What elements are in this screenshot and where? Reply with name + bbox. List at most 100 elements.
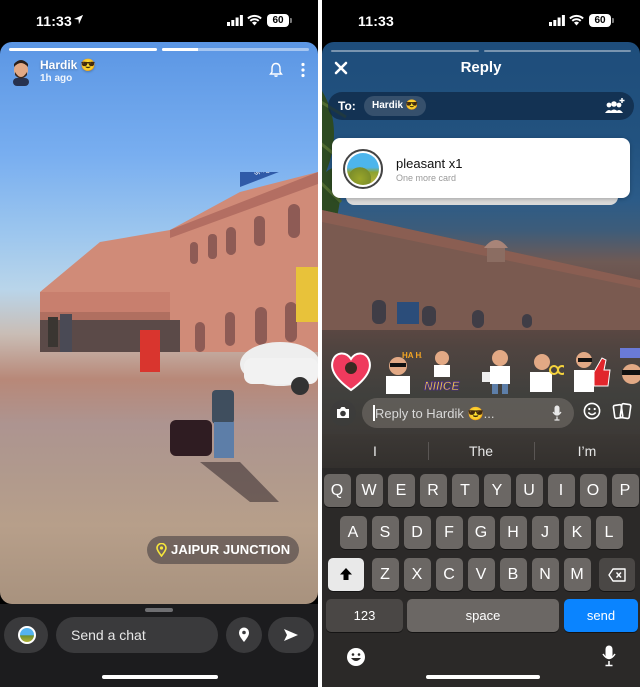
- recipient-bar[interactable]: To: Hardik 😎: [328, 92, 634, 120]
- key-d[interactable]: D: [403, 516, 431, 549]
- key-n[interactable]: N: [531, 558, 559, 591]
- cards-icon[interactable]: [612, 401, 632, 421]
- recipient-chip[interactable]: Hardik 😎: [364, 96, 427, 116]
- story-thumbnail: [18, 626, 36, 644]
- key-e[interactable]: E: [387, 474, 415, 507]
- map-pin-icon: [239, 627, 249, 642]
- suggestion[interactable]: I: [322, 434, 428, 468]
- key-c[interactable]: C: [435, 558, 463, 591]
- coffee-sticker[interactable]: [478, 348, 518, 394]
- on-screen-keyboard: I The I’m Q W E R T Y U I O P A S D F G …: [322, 434, 640, 687]
- keyboard-row-3: Z X C V B N M: [322, 558, 640, 591]
- station-courtyard-image: [48, 314, 318, 502]
- status-time: 11:33: [36, 13, 73, 29]
- glasses-sticker[interactable]: [524, 348, 564, 394]
- keyboard-row-1: Q W E R T Y U I O P: [322, 474, 640, 507]
- key-h[interactable]: H: [499, 516, 527, 549]
- heart-sticker[interactable]: [330, 348, 372, 394]
- reply-card[interactable]: pleasant x1 One more card: [332, 138, 630, 198]
- key-r[interactable]: R: [419, 474, 447, 507]
- key-l[interactable]: L: [595, 516, 623, 549]
- numbers-key[interactable]: 123: [326, 599, 403, 632]
- chat-bar: Send a chat: [0, 604, 318, 687]
- story-media[interactable]: जयपुर ज: [0, 42, 318, 604]
- delete-key[interactable]: [599, 558, 635, 591]
- backspace-icon: [608, 568, 626, 582]
- station-wall-image: [322, 210, 640, 330]
- key-x[interactable]: X: [403, 558, 431, 591]
- key-o[interactable]: O: [579, 474, 607, 507]
- send-button[interactable]: [268, 617, 314, 653]
- key-b[interactable]: B: [499, 558, 527, 591]
- key-y[interactable]: Y: [483, 474, 511, 507]
- location-arrow-icon: [73, 14, 84, 25]
- progress-segment: [9, 48, 157, 51]
- reply-title: Reply: [460, 59, 502, 76]
- key-u[interactable]: U: [515, 474, 543, 507]
- card-subtitle: One more card: [396, 173, 457, 183]
- bitmoji-avatar[interactable]: [10, 58, 32, 86]
- key-j[interactable]: J: [531, 516, 559, 549]
- home-indicator[interactable]: [426, 675, 540, 679]
- story-timestamp: 1h ago: [40, 73, 73, 84]
- my-story-thumbnail-button[interactable]: [4, 617, 48, 653]
- haha-text: HA HA: [402, 351, 422, 360]
- story-viewer-screen: 11:33 60 जयपुर ज: [0, 0, 318, 687]
- key-i[interactable]: I: [547, 474, 575, 507]
- location-name: JAIPUR JUNCTION: [171, 542, 291, 557]
- location-sticker[interactable]: JAIPUR JUNCTION: [147, 536, 299, 564]
- progress-segment: [161, 48, 309, 51]
- shift-key[interactable]: [328, 558, 364, 591]
- key-w[interactable]: W: [355, 474, 383, 507]
- send-key[interactable]: send: [564, 599, 638, 632]
- status-bar: 11:33 60: [0, 0, 318, 42]
- battery-indicator: 60: [267, 14, 292, 27]
- location-button[interactable]: [226, 617, 262, 653]
- thumbs-up-sticker[interactable]: [568, 348, 612, 394]
- reply-placeholder: Reply to Hardik 😎...: [375, 406, 495, 421]
- key-k[interactable]: K: [563, 516, 591, 549]
- key-p[interactable]: P: [611, 474, 639, 507]
- reply-input[interactable]: Reply to Hardik 😎...: [362, 398, 574, 428]
- cellular-signal-icon: [227, 15, 243, 26]
- key-z[interactable]: Z: [371, 558, 399, 591]
- suggestion[interactable]: I’m: [534, 434, 640, 468]
- key-g[interactable]: G: [467, 516, 495, 549]
- key-m[interactable]: M: [563, 558, 591, 591]
- niiice-text: NIIICE: [424, 379, 460, 393]
- story-progress-bar: [9, 48, 309, 51]
- key-t[interactable]: T: [451, 474, 479, 507]
- more-options-icon[interactable]: [300, 62, 306, 78]
- home-indicator[interactable]: [102, 675, 218, 679]
- sticker-suggestions: HA HA NIIICE: [330, 348, 640, 396]
- progress-segment: [483, 50, 631, 52]
- space-key[interactable]: space: [407, 599, 559, 632]
- whoa-sticker[interactable]: [616, 348, 640, 394]
- emoji-sticker-icon[interactable]: [583, 402, 601, 420]
- niiice-sticker[interactable]: NIIICE: [422, 348, 470, 394]
- emoji-keyboard-icon[interactable]: [346, 647, 366, 667]
- cellular-signal-icon: [549, 15, 565, 26]
- key-s[interactable]: S: [371, 516, 399, 549]
- to-label: To:: [338, 99, 356, 113]
- bell-icon[interactable]: [268, 62, 284, 78]
- drag-handle[interactable]: [145, 608, 173, 612]
- suggestion[interactable]: The: [428, 434, 534, 468]
- story-username[interactable]: Hardik 😎: [40, 58, 96, 72]
- camera-icon: [337, 407, 349, 418]
- microphone-icon[interactable]: [552, 405, 562, 421]
- card-title: pleasant x1: [396, 156, 463, 171]
- reply-screen: 11:33 60 Reply To: Hardik 😎 pleasant x1: [322, 0, 640, 687]
- shift-arrow-icon: [340, 568, 352, 580]
- dictation-microphone-icon[interactable]: [602, 645, 616, 667]
- key-v[interactable]: V: [467, 558, 495, 591]
- key-q[interactable]: Q: [323, 474, 351, 507]
- haha-sticker[interactable]: HA HA: [376, 348, 422, 394]
- battery-indicator: 60: [589, 14, 614, 27]
- camera-button[interactable]: [330, 400, 356, 426]
- send-a-chat-input[interactable]: Send a chat: [56, 617, 218, 653]
- key-f[interactable]: F: [435, 516, 463, 549]
- dome-image: [484, 240, 508, 262]
- add-friends-icon[interactable]: [604, 97, 626, 115]
- key-a[interactable]: A: [339, 516, 367, 549]
